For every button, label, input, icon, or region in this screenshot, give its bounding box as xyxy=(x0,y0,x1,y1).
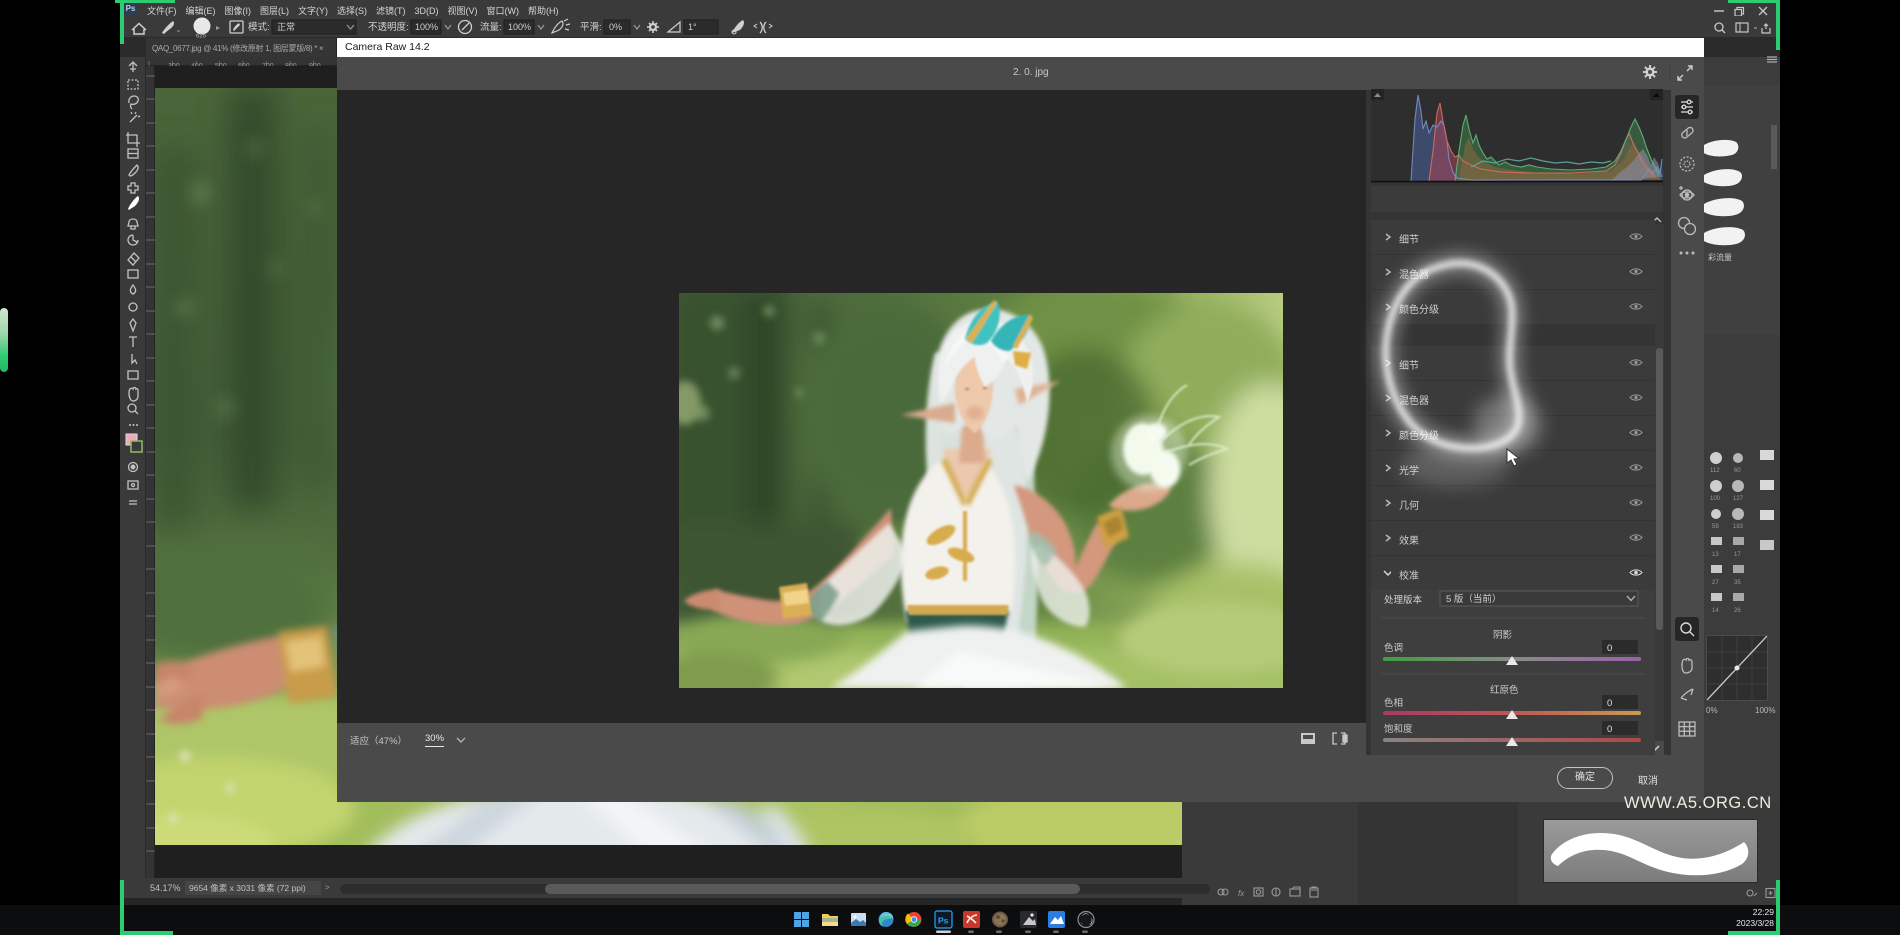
svg-text:红原色: 红原色 xyxy=(1490,684,1519,696)
svg-text:色调: 色调 xyxy=(1384,642,1403,654)
svg-text:14: 14 xyxy=(1712,608,1719,614)
svg-text:0: 0 xyxy=(1607,724,1612,735)
svg-text:0: 0 xyxy=(1607,643,1612,654)
svg-text:500: 500 xyxy=(215,63,227,66)
svg-text:阴影: 阴影 xyxy=(1493,630,1513,641)
svg-text:35: 35 xyxy=(1734,580,1741,586)
svg-text:400: 400 xyxy=(191,63,203,66)
svg-text:流量:: 流量: xyxy=(480,21,502,33)
svg-text:彩流量: 彩流量 xyxy=(1708,252,1732,262)
svg-text:5 版（当前）: 5 版（当前） xyxy=(1446,593,1501,605)
svg-text:0%: 0% xyxy=(609,22,622,32)
svg-text:Ps: Ps xyxy=(938,916,949,926)
svg-text:正常: 正常 xyxy=(277,21,295,32)
svg-text:模式:: 模式: xyxy=(248,21,270,33)
svg-text:不透明度:: 不透明度: xyxy=(368,21,409,33)
svg-text:127: 127 xyxy=(1733,496,1744,502)
svg-text:800: 800 xyxy=(285,63,297,66)
svg-text:26: 26 xyxy=(1734,608,1741,614)
svg-text:饱和度: 饱和度 xyxy=(1384,723,1413,735)
svg-text:900: 900 xyxy=(309,63,321,66)
svg-text:300: 300 xyxy=(168,63,180,66)
svg-text:100: 100 xyxy=(1710,496,1721,502)
svg-text:27: 27 xyxy=(1712,580,1719,586)
svg-text:60: 60 xyxy=(1734,468,1741,474)
svg-text:100%: 100% xyxy=(508,22,531,32)
svg-text:处理版本: 处理版本 xyxy=(1384,594,1423,606)
svg-text:0: 0 xyxy=(1607,698,1612,709)
svg-text:色相: 色相 xyxy=(1384,697,1403,709)
svg-text:183: 183 xyxy=(1733,524,1744,530)
svg-text:600: 600 xyxy=(238,63,250,66)
svg-text:100%: 100% xyxy=(415,22,438,32)
svg-text:13: 13 xyxy=(1712,552,1719,558)
svg-text:fx: fx xyxy=(1238,889,1245,898)
svg-text:17: 17 xyxy=(1734,552,1741,558)
svg-text:59: 59 xyxy=(1712,524,1719,530)
svg-text:1°: 1° xyxy=(688,22,697,32)
svg-text:平滑:: 平滑: xyxy=(580,22,602,33)
svg-text:700: 700 xyxy=(262,63,274,66)
svg-text:112: 112 xyxy=(1710,468,1720,474)
